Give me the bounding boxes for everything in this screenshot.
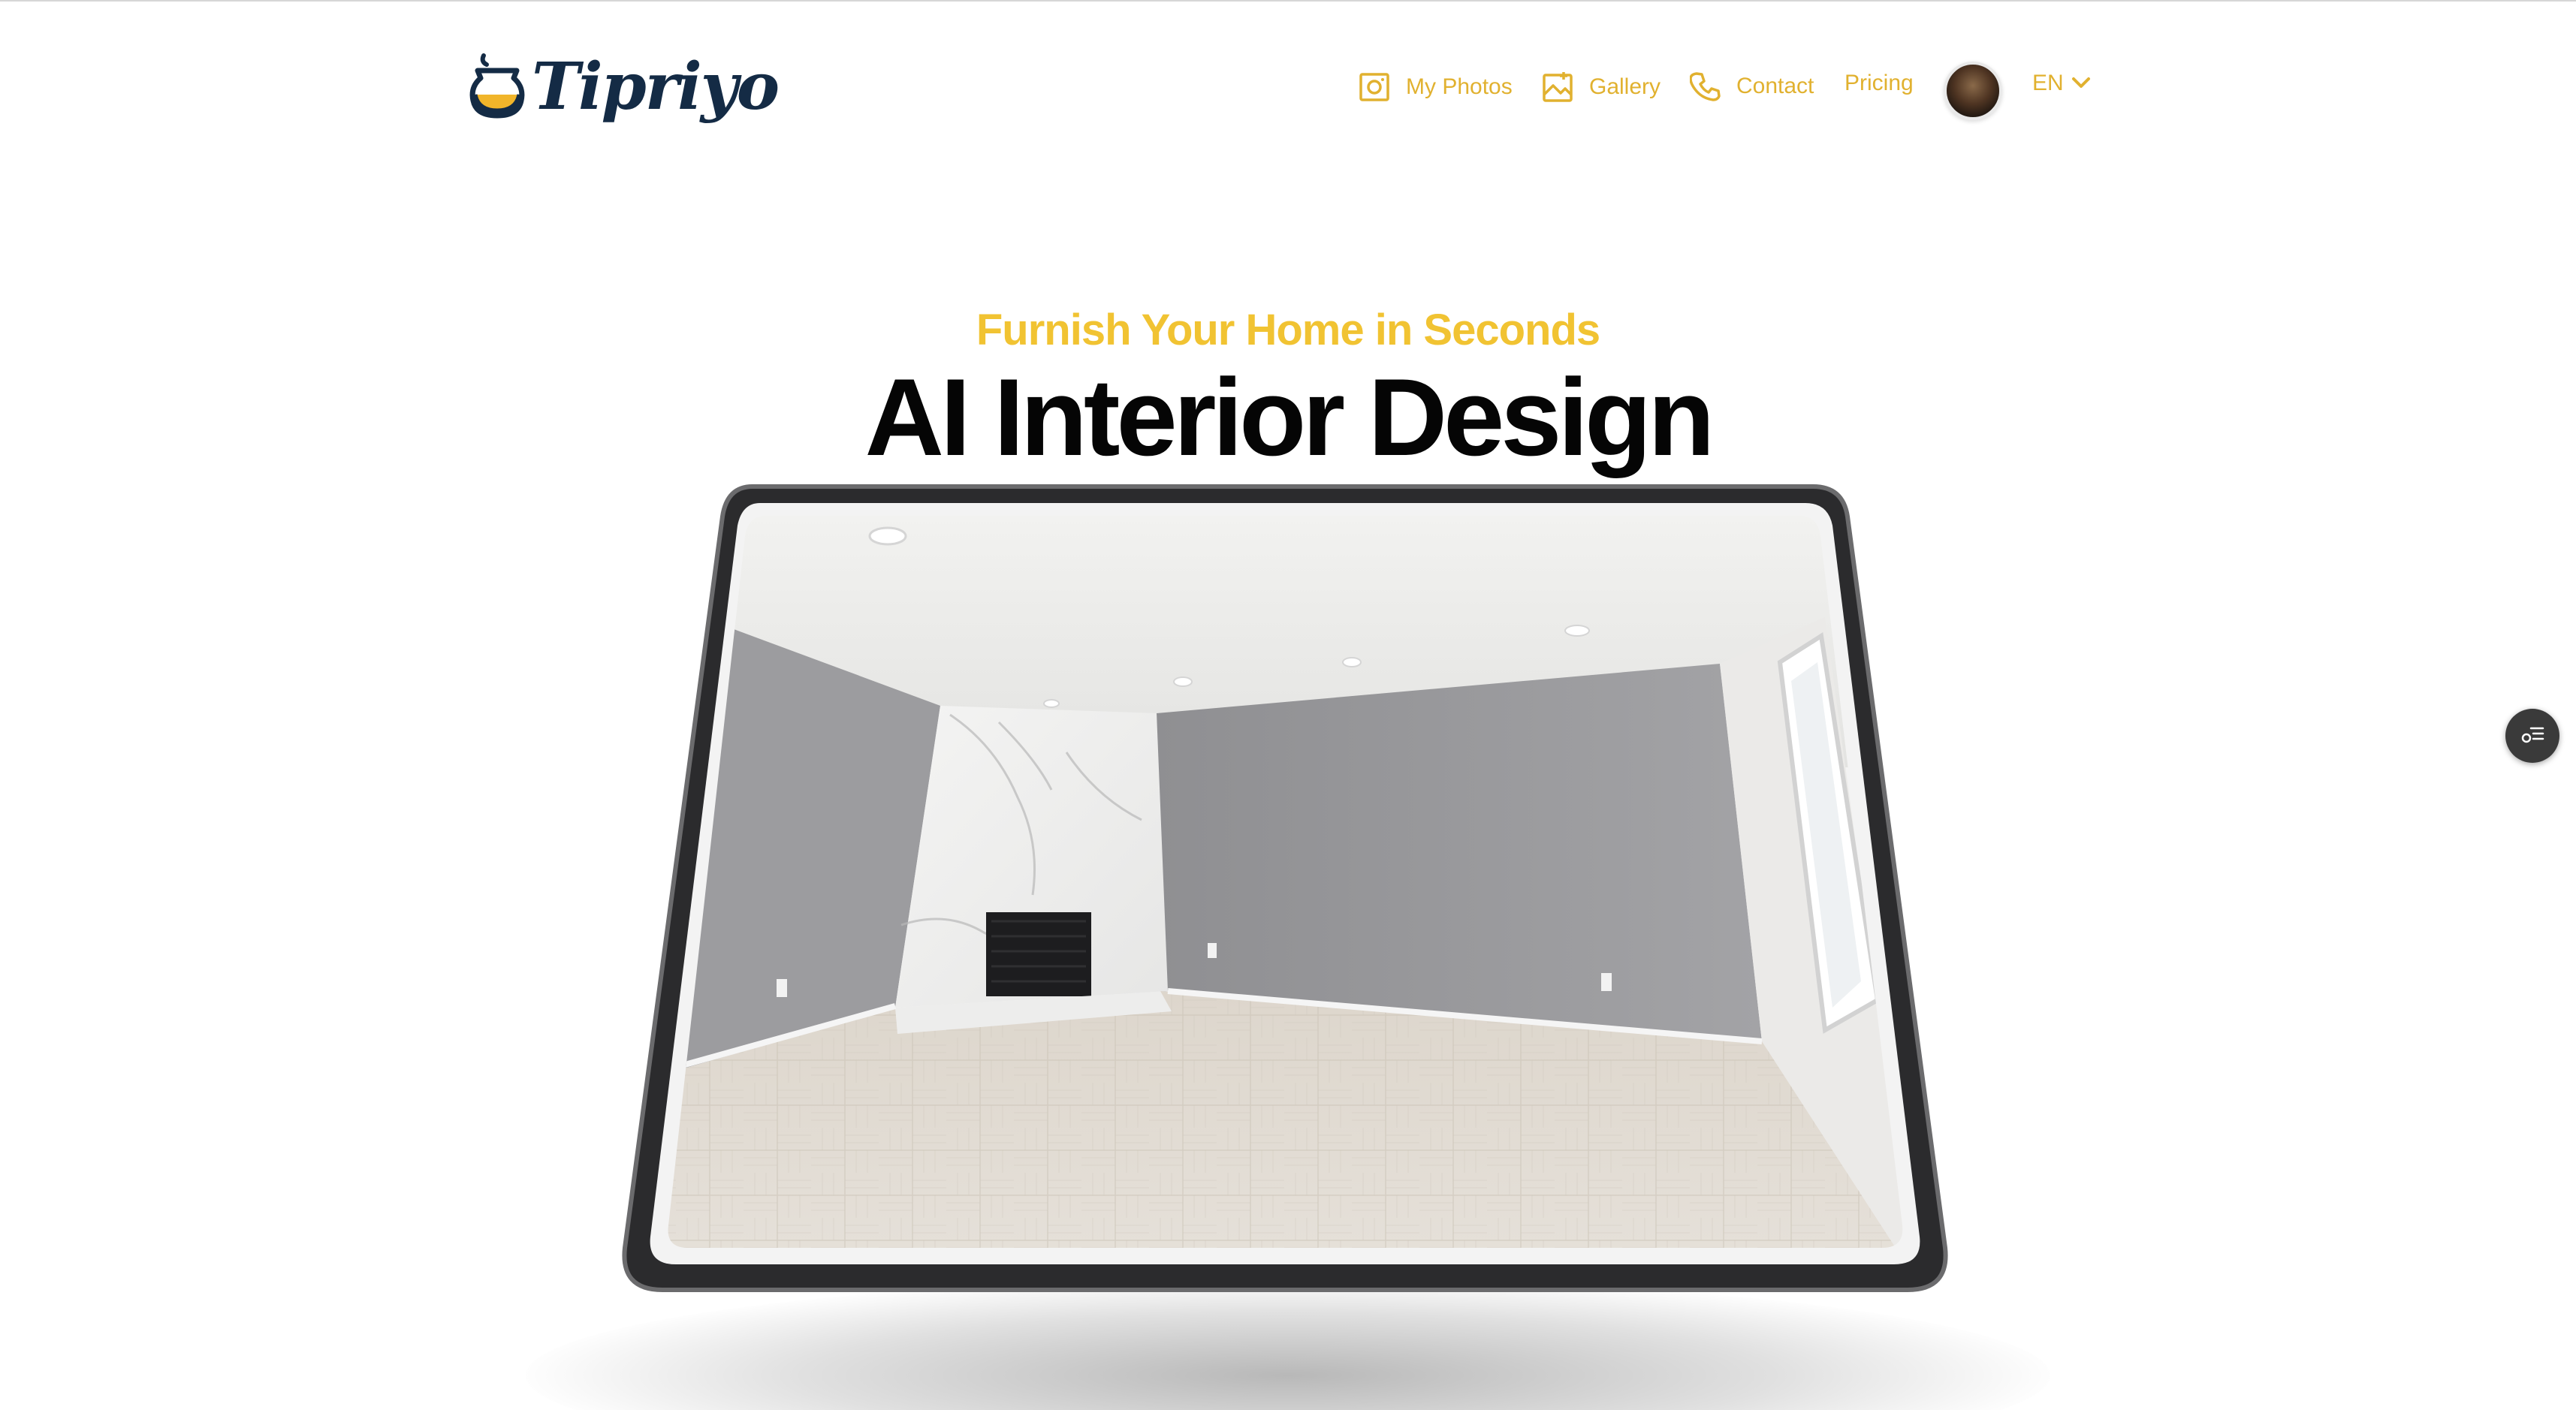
page: Tipriyo My Photos Gallery Contact Pricin… bbox=[0, 0, 2576, 1410]
tablet-mockup bbox=[622, 484, 1948, 1292]
settings-list-icon bbox=[2520, 723, 2545, 749]
floating-settings-button[interactable] bbox=[2505, 709, 2559, 763]
